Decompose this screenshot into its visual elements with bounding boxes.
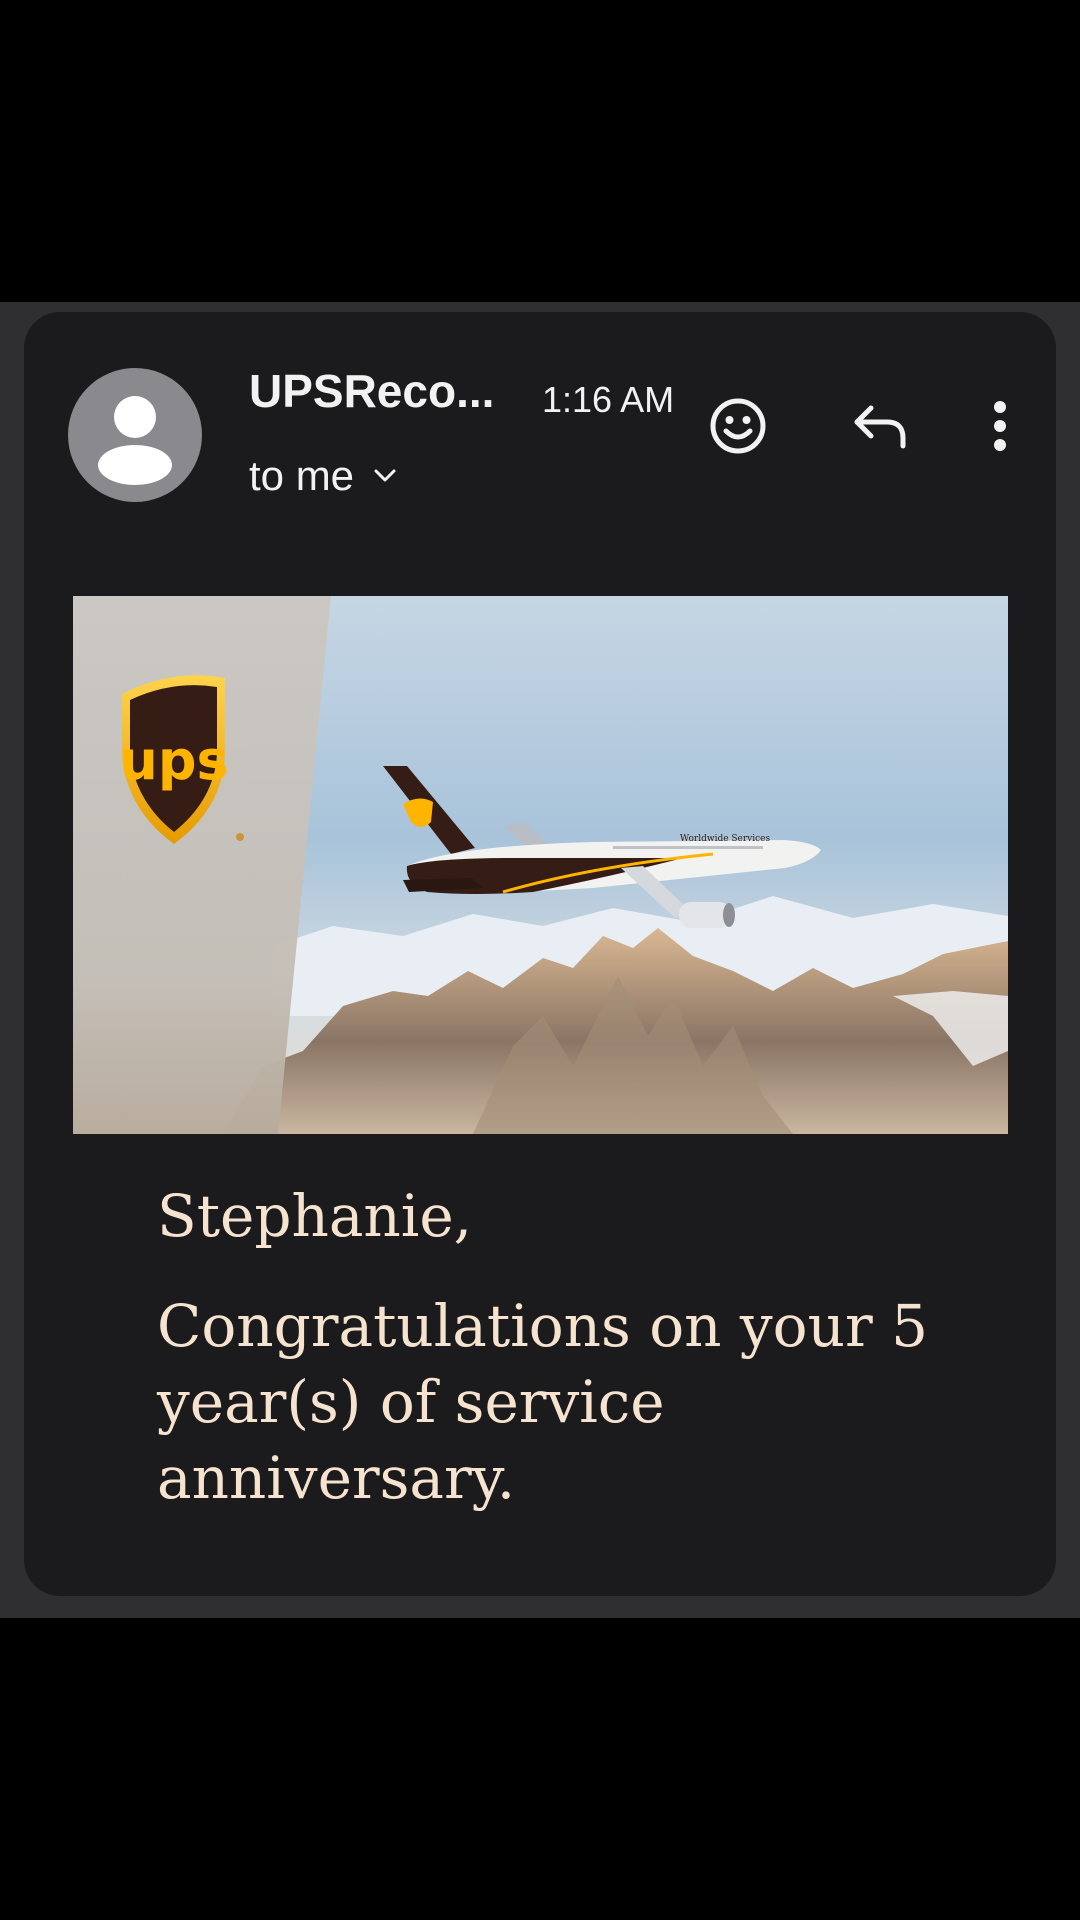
ups-banner-image: ups Worldwide Services [73,596,1008,1134]
recipient-label: to me [249,452,355,499]
recipient-toggle[interactable]: to me [249,452,398,500]
sender-avatar[interactable] [68,368,202,502]
smiley-icon [710,398,766,454]
ups-logo-text: ups [119,729,228,792]
screen: UPSReco... 1:16 AM to me ups Worldwide S… [0,0,1080,1920]
greeting-text: Stephanie, [157,1182,473,1250]
emoji-reaction-button[interactable] [704,392,772,460]
more-vert-icon [994,401,1006,451]
sender-name[interactable]: UPSReco... [249,364,494,418]
sent-time: 1:16 AM [542,379,675,420]
person-icon [98,396,172,485]
email-card: UPSReco... 1:16 AM to me ups Worldwide S… [24,312,1056,1596]
plane-livery-text: Worldwide Services [680,834,771,844]
reply-button[interactable] [846,392,914,460]
message-text: Congratulations on your 5 year(s) of ser… [157,1292,929,1512]
more-options-button[interactable] [980,392,1020,460]
chevron-down-icon [374,469,396,482]
reply-icon [854,405,906,449]
